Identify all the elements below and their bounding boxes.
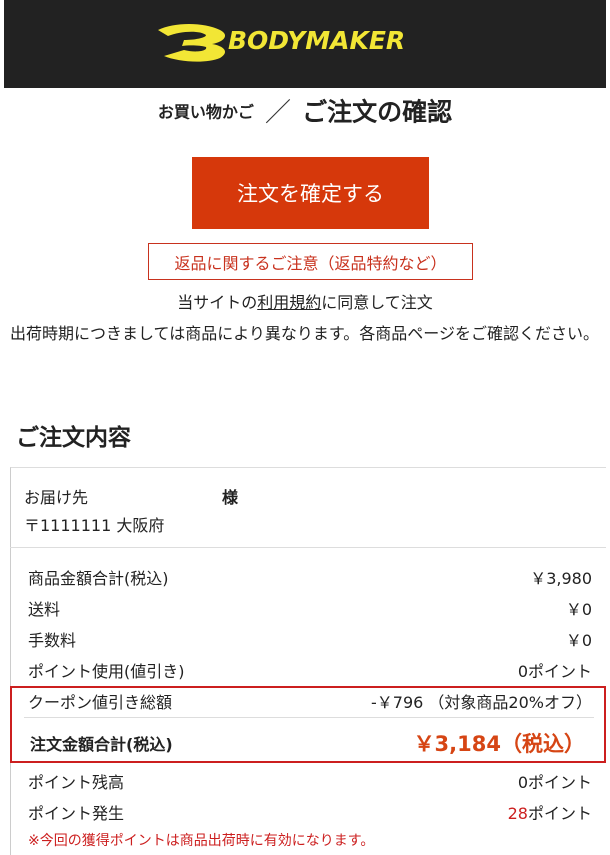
subtotal-row: 商品金額合計(税込) ￥3,980: [28, 562, 592, 592]
confirm-order-button[interactable]: 注文を確定する: [192, 157, 429, 229]
row-value: 0ポイント: [517, 662, 592, 681]
terms-link[interactable]: 利用規約: [257, 293, 321, 312]
terms-agreement: 当サイトの利用規約に同意して注文: [0, 289, 610, 313]
site-header: BODYMAKER: [4, 0, 606, 88]
bodymaker-logo[interactable]: BODYMAKER: [154, 20, 454, 64]
delivery-address: 〒1111111 大阪府: [24, 516, 165, 535]
points-earned-unit: ポイント: [527, 804, 592, 823]
points-earned-row: ポイント発生 28ポイント: [28, 797, 592, 827]
row-value: ￥3,980: [530, 569, 592, 588]
row-value: ￥0: [565, 600, 592, 619]
shipping-fee-row: 送料 ￥0: [28, 593, 592, 623]
page-heading: お買い物かご ／ ご注文の確認: [0, 92, 610, 129]
points-used-row: ポイント使用(値引き) 0ポイント: [28, 655, 592, 685]
brand-name: BODYMAKER: [228, 26, 406, 55]
points-earned-number: 28: [507, 804, 528, 823]
row-label: ポイント発生: [28, 804, 125, 823]
row-value: ￥0: [565, 631, 592, 650]
breadcrumb-separator: ／: [264, 98, 291, 128]
swoosh-icon: [158, 24, 226, 62]
coupon-discount-row: クーポン値引き総額 -￥796 （対象商品20%オフ）: [28, 686, 592, 716]
row-label: 送料: [28, 600, 61, 619]
delivery-info: お届け先 〒1111111 大阪府: [24, 484, 164, 540]
points-balance-row: ポイント残高 0ポイント: [28, 766, 592, 796]
row-label: ポイント残高: [28, 773, 125, 792]
delivery-label: お届け先: [24, 488, 89, 507]
row-label: 商品金額合計(税込): [28, 569, 169, 588]
order-total-label: 注文金額合計(税込): [30, 735, 173, 754]
shipping-note: 出荷時期につきましては商品により異なります。各商品ページをご確認ください。: [10, 324, 599, 343]
coupon-value: -￥796 （対象商品20%オフ）: [371, 693, 592, 712]
breadcrumb-cart[interactable]: お買い物かご: [158, 103, 254, 122]
row-value: 0ポイント: [517, 773, 592, 792]
delivery-honorific: 様: [222, 488, 239, 507]
order-total-value: ￥3,184（税込）: [413, 732, 585, 756]
page-title: ご注文の確認: [302, 97, 453, 127]
divider: [24, 717, 594, 718]
handling-fee-row: 手数料 ￥0: [28, 624, 592, 654]
points-note: ※今回の獲得ポイントは商品出荷時に有効になります。: [28, 833, 375, 849]
divider: [10, 547, 606, 548]
agreement-prefix: 当サイトの: [177, 293, 258, 312]
row-label: 手数料: [28, 631, 77, 650]
return-policy-link[interactable]: 返品に関するご注意（返品特約など）: [148, 243, 473, 280]
coupon-label: クーポン値引き総額: [28, 693, 173, 712]
agreement-suffix: に同意して注文: [321, 293, 433, 312]
points-earned-value: 28ポイント: [508, 800, 592, 824]
order-total-row: 注文金額合計(税込) ￥3,184（税込）: [30, 727, 585, 759]
row-label: ポイント使用(値引き): [28, 662, 185, 681]
order-section-title: ご注文内容: [16, 425, 131, 451]
